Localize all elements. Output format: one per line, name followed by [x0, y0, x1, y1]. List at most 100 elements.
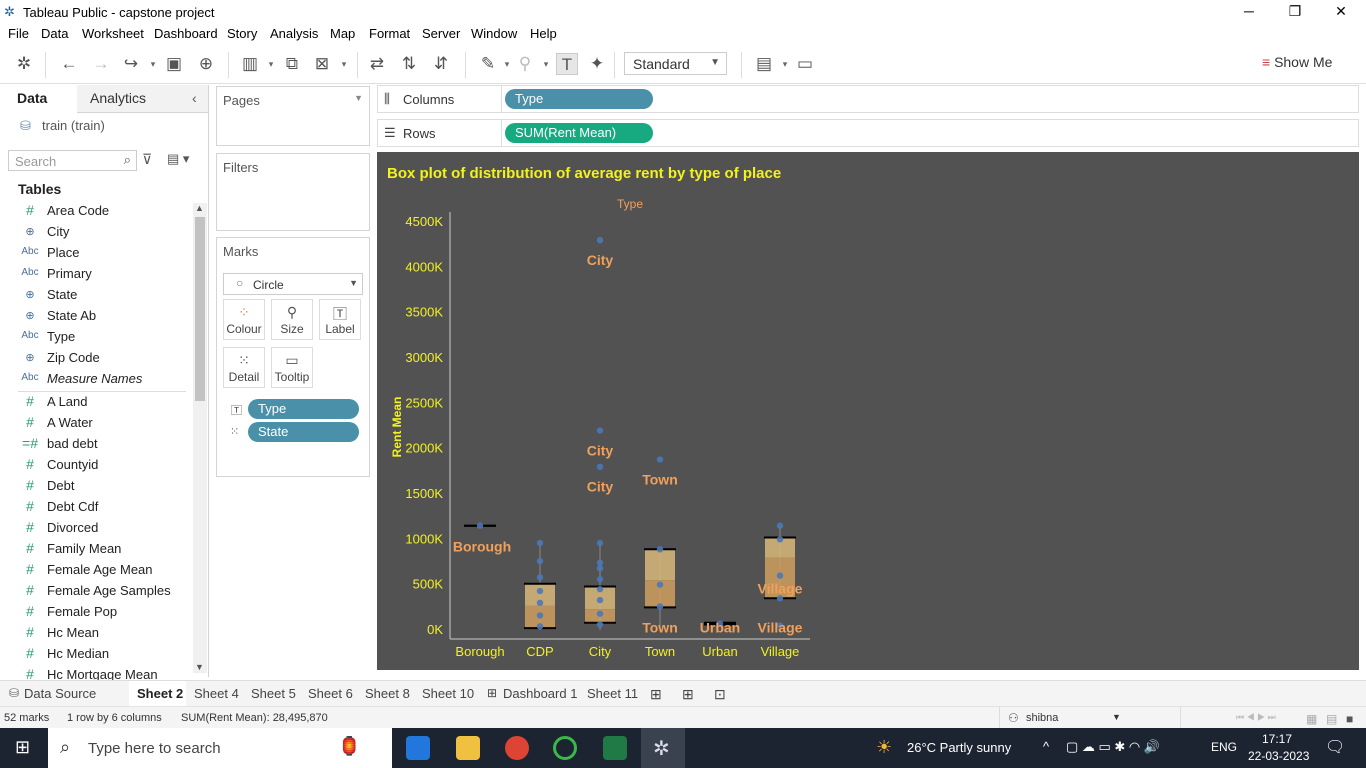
- tray-icons[interactable]: ▢ ☁ ▭ ✱ ◠ 🔊: [1066, 739, 1160, 755]
- columns-type-pill[interactable]: Type: [505, 89, 653, 109]
- new-dashboard-tab-icon[interactable]: ⊞: [682, 686, 694, 703]
- fit-select[interactable]: Standard ▼: [624, 52, 727, 75]
- menu-file[interactable]: File: [8, 26, 29, 41]
- pages-card[interactable]: Pages ▼: [216, 86, 370, 146]
- field-family-mean[interactable]: # Family Mean: [0, 539, 190, 560]
- tab-data[interactable]: Data: [17, 90, 47, 106]
- field-countyid[interactable]: # Countyid: [0, 455, 190, 476]
- field-bad-debt[interactable]: =# bad debt: [0, 434, 190, 455]
- cards-dropdown-icon[interactable]: ▾: [774, 53, 796, 75]
- close-button[interactable]: ✕: [1318, 0, 1364, 24]
- field-debt[interactable]: # Debt: [0, 476, 190, 497]
- field-type[interactable]: Abc Type: [0, 327, 190, 348]
- nav-first-icon[interactable]: ⏮ ◀ ▶ ⏭: [1236, 712, 1276, 723]
- menu-server[interactable]: Server: [422, 26, 460, 41]
- sync-app-icon[interactable]: [553, 736, 577, 760]
- new-story-tab-icon[interactable]: ⊡: [714, 686, 726, 703]
- state-mark-pill[interactable]: State: [248, 422, 359, 442]
- duplicate-sheet-icon[interactable]: ⧉: [281, 53, 303, 75]
- tab-sheet-5[interactable]: Sheet 5: [251, 686, 296, 701]
- new-worksheet-icon[interactable]: ▥: [239, 53, 261, 75]
- filter-icon[interactable]: ⊽: [142, 151, 152, 168]
- tab-sheet-6[interactable]: Sheet 6: [308, 686, 353, 701]
- sort-ascending-icon[interactable]: ⇅: [398, 53, 420, 75]
- field-measure-names[interactable]: Abc Measure Names: [0, 369, 190, 390]
- redo-icon[interactable]: →: [90, 53, 112, 75]
- colour-button[interactable]: ⁘ Colour: [223, 299, 265, 340]
- scrollbar-thumb[interactable]: [195, 217, 205, 401]
- group-dropdown-icon[interactable]: ▾: [535, 53, 557, 75]
- field-hc-median[interactable]: # Hc Median: [0, 644, 190, 665]
- filmstrip-view-icon[interactable]: ■: [1346, 712, 1353, 726]
- tab-sheet-8[interactable]: Sheet 8: [365, 686, 410, 701]
- tab-sheet-2[interactable]: Sheet 2: [137, 686, 183, 701]
- filters-card[interactable]: Filters: [216, 153, 370, 231]
- undo-icon[interactable]: ←: [58, 53, 80, 75]
- type-mark-pill[interactable]: Type: [248, 399, 359, 419]
- menu-map[interactable]: Map: [330, 26, 355, 41]
- rows-shelf[interactable]: ☰ Rows SUM(Rent Mean): [377, 119, 1359, 147]
- weather-text[interactable]: 26°C Partly sunny: [907, 740, 1011, 755]
- save-icon[interactable]: ▣: [163, 53, 185, 75]
- show-me-button[interactable]: ≡ Show Me: [1262, 54, 1332, 70]
- field-city[interactable]: ⊕ City: [0, 222, 190, 243]
- new-worksheet-dropdown-icon[interactable]: ▾: [260, 53, 282, 75]
- clear-dropdown-icon[interactable]: ▾: [333, 53, 355, 75]
- excel-app-icon[interactable]: [603, 736, 627, 760]
- field-zip-code[interactable]: ⊕ Zip Code: [0, 348, 190, 369]
- replay-icon[interactable]: ↪: [120, 53, 142, 75]
- tab-analytics[interactable]: Analytics: [90, 90, 146, 106]
- field-a-water[interactable]: # A Water: [0, 413, 190, 434]
- menu-analysis[interactable]: Analysis: [270, 26, 318, 41]
- tab-dashboard-1[interactable]: Dashboard 1: [503, 686, 577, 701]
- restore-button[interactable]: ❐: [1272, 0, 1318, 24]
- store-app-icon[interactable]: [406, 736, 430, 760]
- clear-sheet-icon[interactable]: ⊠: [311, 53, 333, 75]
- group-icon[interactable]: ⚲: [514, 53, 536, 75]
- columns-shelf[interactable]: ⫼ Columns Type: [377, 85, 1359, 113]
- tab-sheet-11[interactable]: Sheet 11: [587, 686, 638, 701]
- list-view-icon[interactable]: ▤: [1326, 712, 1337, 726]
- tray-overflow-icon[interactable]: ^: [1043, 739, 1049, 754]
- new-worksheet-tab-icon[interactable]: ⊞: [650, 686, 662, 703]
- card-menu-icon[interactable]: ▼: [354, 93, 363, 103]
- datasource-name[interactable]: train (train): [42, 118, 105, 133]
- tableau-taskbar-item[interactable]: ✲: [641, 728, 685, 768]
- field-state[interactable]: ⊕ State: [0, 285, 190, 306]
- menu-format[interactable]: Format: [369, 26, 410, 41]
- minimize-button[interactable]: ─: [1226, 0, 1272, 24]
- menu-worksheet[interactable]: Worksheet: [82, 26, 144, 41]
- swap-rows-columns-icon[interactable]: ⇄: [366, 53, 388, 75]
- clock-date[interactable]: 22-03-2023: [1248, 749, 1309, 763]
- scroll-up-icon[interactable]: ▲: [195, 203, 204, 213]
- sort-descending-icon[interactable]: ⇵: [430, 53, 452, 75]
- rows-rent-mean-pill[interactable]: SUM(Rent Mean): [505, 123, 653, 143]
- collapse-icon[interactable]: ‹: [192, 90, 197, 106]
- chrome-app-icon[interactable]: [505, 736, 529, 760]
- mark-type-select[interactable]: ○ Circle ▼: [223, 273, 363, 295]
- menu-data[interactable]: Data: [41, 26, 68, 41]
- menu-help[interactable]: Help: [530, 26, 557, 41]
- field-female-pop[interactable]: # Female Pop: [0, 602, 190, 623]
- windows-start-icon[interactable]: ⊞: [15, 737, 30, 758]
- notification-icon[interactable]: 🗨: [1325, 737, 1345, 757]
- field-female-age-samples[interactable]: # Female Age Samples: [0, 581, 190, 602]
- field-place[interactable]: Abc Place: [0, 243, 190, 264]
- field-debt-cdf[interactable]: # Debt Cdf: [0, 497, 190, 518]
- clock-time[interactable]: 17:17: [1262, 732, 1292, 746]
- tab-sheet-4[interactable]: Sheet 4: [194, 686, 239, 701]
- show-labels-icon[interactable]: T: [556, 53, 578, 75]
- view-list-icon[interactable]: ▤ ▾: [167, 151, 189, 167]
- tab-sheet-10[interactable]: Sheet 10: [422, 686, 474, 701]
- search-input[interactable]: Search ⌕: [8, 150, 137, 171]
- replay-dropdown-icon[interactable]: ▾: [142, 53, 164, 75]
- menu-dashboard[interactable]: Dashboard: [154, 26, 218, 41]
- tableau-home-icon[interactable]: ✲: [13, 53, 35, 75]
- label-button[interactable]: 🅃 Label: [319, 299, 361, 340]
- field-female-age-mean[interactable]: # Female Age Mean: [0, 560, 190, 581]
- taskbar-search[interactable]: ⌕ Type here to search 🏮: [48, 728, 392, 768]
- file-explorer-app-icon[interactable]: [456, 736, 480, 760]
- size-button[interactable]: ⚲ Size: [271, 299, 313, 340]
- presentation-icon[interactable]: ▭: [794, 53, 816, 75]
- new-datasource-icon[interactable]: ⊕: [195, 53, 217, 75]
